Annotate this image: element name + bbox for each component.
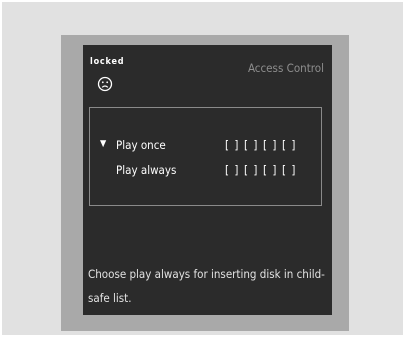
code-slot[interactable]: [ ] <box>225 163 244 177</box>
code-slots[interactable]: [ ][ ][ ][ ] <box>225 138 301 152</box>
code-slots[interactable]: [ ][ ][ ][ ] <box>225 163 301 177</box>
screen-title: Access Control <box>247 61 324 75</box>
option-label: Play always <box>116 163 177 177</box>
option-play-once[interactable]: ▼ Play once [ ][ ][ ][ ] <box>90 138 321 154</box>
option-play-always[interactable]: Play always [ ][ ][ ][ ] <box>90 163 321 179</box>
selection-arrow-icon: ▼ <box>100 139 107 149</box>
code-slot[interactable]: [ ] <box>244 163 263 177</box>
help-text: Choose play always for inserting disk in… <box>88 267 325 305</box>
sad-face-icon <box>97 76 113 92</box>
options-panel: ▼ Play once [ ][ ][ ][ ] Play always [ ]… <box>89 107 322 206</box>
option-label: Play once <box>116 138 166 152</box>
code-slot[interactable]: [ ] <box>282 163 301 177</box>
code-slot[interactable]: [ ] <box>263 138 282 152</box>
code-slot[interactable]: [ ] <box>263 163 282 177</box>
lock-status-label: locked <box>90 57 125 67</box>
code-slot[interactable]: [ ] <box>244 138 263 152</box>
code-slot[interactable]: [ ] <box>225 138 244 152</box>
code-slot[interactable]: [ ] <box>282 138 301 152</box>
